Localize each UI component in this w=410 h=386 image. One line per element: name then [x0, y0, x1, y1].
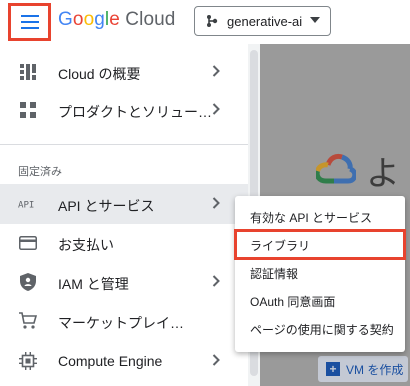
shield-icon	[18, 272, 38, 292]
sidebar-item-label: API とサービス	[58, 198, 155, 214]
chevron-right-icon	[212, 103, 220, 115]
chip-icon	[18, 351, 38, 371]
submenu-item-label: 有効な API とサービス	[250, 211, 373, 225]
project-hub-icon	[207, 15, 218, 27]
sidebar-item-products[interactable]: プロダクトとソリュー…	[0, 90, 248, 130]
submenu-item-label: OAuth 同意画面	[250, 295, 336, 309]
google-cloud-logo[interactable]: Google Cloud	[58, 9, 175, 31]
create-vm-button[interactable]: + VM を作成	[318, 356, 408, 382]
chevron-right-icon	[212, 197, 220, 209]
top-bar: Google Cloud generative-ai	[0, 0, 410, 44]
sidebar-item-label: マーケットプレイ…	[58, 315, 184, 331]
sidebar-item-label: IAM と管理	[58, 276, 129, 292]
credit-card-icon	[18, 233, 38, 253]
sidebar-item-compute-engine[interactable]: Compute Engine	[0, 341, 248, 381]
pinned-section-title: 固定済み	[18, 166, 62, 178]
submenu-item-page-usage-agreements[interactable]: ページの使用に関する契約	[235, 314, 405, 342]
api-icon: API	[18, 194, 38, 214]
project-selector[interactable]: generative-ai	[194, 6, 331, 36]
navigation-sidebar: Cloud の概要 プロダクトとソリュー… 固定済み API API とサービス	[0, 44, 248, 386]
sidebar-item-cloud-overview[interactable]: Cloud の概要	[0, 52, 248, 92]
submenu-item-oauth-consent[interactable]: OAuth 同意画面	[235, 286, 405, 314]
sidebar-item-marketplace[interactable]: マーケットプレイ…	[0, 301, 248, 341]
plus-icon: +	[326, 362, 340, 376]
cart-icon	[18, 311, 38, 331]
submenu-item-enabled-apis[interactable]: 有効な API とサービス	[235, 202, 405, 230]
sidebar-item-label: Compute Engine	[58, 353, 163, 369]
sidebar-item-label: プロダクトとソリュー…	[58, 104, 212, 120]
google-cloud-icon	[316, 153, 356, 184]
sidebar-item-billing[interactable]: お支払い	[0, 223, 248, 263]
logo-cloud-text: Cloud	[125, 9, 176, 30]
hamburger-menu-icon	[20, 15, 39, 29]
submenu-item-label: 認証情報	[250, 267, 299, 281]
sidebar-divider	[0, 144, 248, 145]
apis-services-submenu: 有効な API とサービス ライブラリ 認証情報 OAuth 同意画面 ページの…	[234, 196, 406, 352]
submenu-item-library[interactable]: ライブラリ	[234, 229, 406, 260]
sidebar-item-apis-services[interactable]: API API とサービス	[0, 184, 248, 224]
project-name: generative-ai	[227, 13, 303, 29]
sidebar-item-iam-admin[interactable]: IAM と管理	[0, 262, 248, 302]
submenu-item-label: ページの使用に関する契約	[250, 323, 394, 337]
dashboard-icon	[18, 62, 38, 82]
sidebar-item-label: お支払い	[58, 237, 114, 253]
dropdown-caret-icon	[310, 17, 320, 23]
chevron-right-icon	[212, 354, 220, 366]
grid-icon	[18, 100, 38, 120]
svg-text:API: API	[18, 201, 34, 211]
chevron-right-icon	[212, 65, 220, 77]
submenu-item-credentials[interactable]: 認証情報	[235, 258, 405, 286]
sidebar-item-label: Cloud の概要	[58, 66, 141, 82]
create-vm-label: VM を作成	[346, 362, 404, 377]
submenu-item-label: ライブラリ	[250, 239, 311, 253]
main-menu-button[interactable]	[8, 3, 51, 41]
chevron-right-icon	[212, 275, 220, 287]
